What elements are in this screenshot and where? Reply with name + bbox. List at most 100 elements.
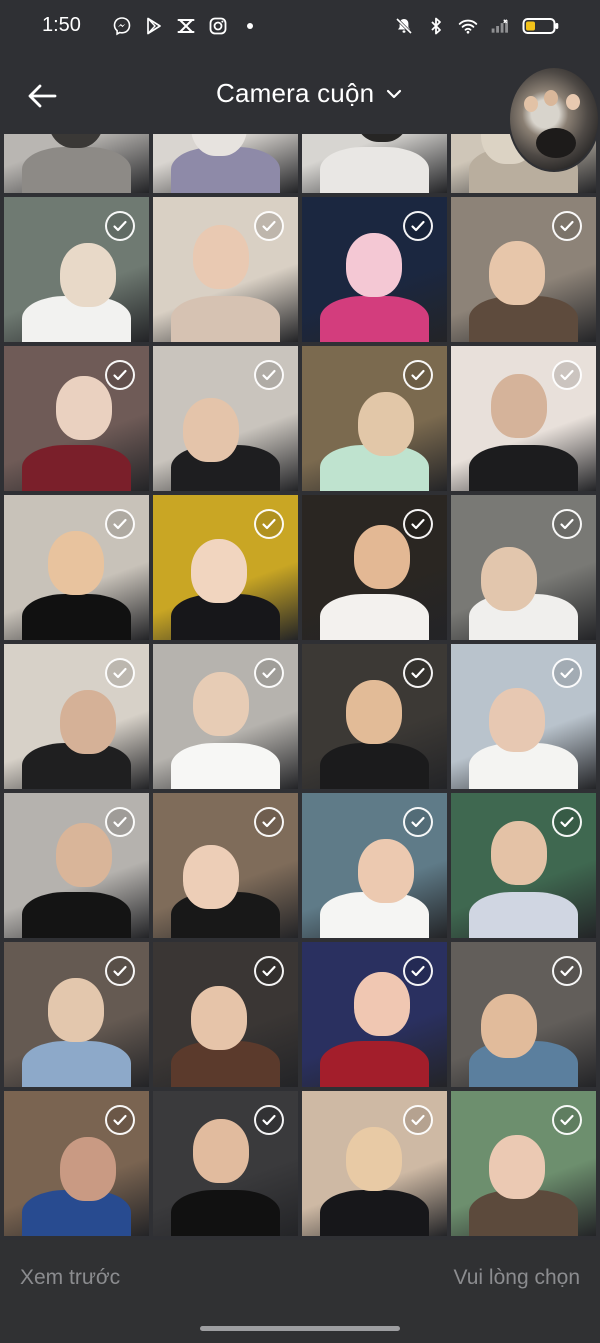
photo-thumbnail[interactable] bbox=[4, 346, 149, 491]
photo-thumbnail[interactable] bbox=[4, 134, 149, 193]
photo-thumbnail[interactable] bbox=[4, 793, 149, 938]
photo-subject-body bbox=[22, 147, 131, 193]
photo-thumbnail[interactable] bbox=[451, 495, 596, 640]
status-time: 1:50 bbox=[42, 14, 81, 36]
photo-thumbnail[interactable] bbox=[4, 197, 149, 342]
photo-thumbnail[interactable] bbox=[451, 942, 596, 1087]
check-circle-icon[interactable] bbox=[552, 658, 582, 688]
page-title: Camera cuộn bbox=[216, 78, 375, 108]
check-circle-icon[interactable] bbox=[254, 211, 284, 241]
check-circle-icon[interactable] bbox=[254, 1105, 284, 1135]
check-circle-icon[interactable] bbox=[105, 509, 135, 539]
photo-thumbnail[interactable] bbox=[153, 942, 298, 1087]
capcut-icon bbox=[176, 16, 196, 36]
check-circle-icon[interactable] bbox=[552, 509, 582, 539]
photo-thumbnail[interactable] bbox=[302, 495, 447, 640]
photo-thumbnail[interactable] bbox=[451, 793, 596, 938]
photo-thumbnail[interactable] bbox=[153, 134, 298, 193]
check-circle-icon[interactable] bbox=[105, 360, 135, 390]
check-circle-icon[interactable] bbox=[552, 1105, 582, 1135]
floating-preview-thumbnail[interactable] bbox=[508, 66, 600, 172]
check-circle-icon[interactable] bbox=[552, 211, 582, 241]
photo-subject-body bbox=[22, 1041, 131, 1087]
photo-subject-face bbox=[193, 1119, 249, 1183]
photo-subject-face bbox=[183, 398, 239, 462]
photo-subject-face bbox=[346, 680, 402, 744]
check-circle-icon[interactable] bbox=[254, 658, 284, 688]
photo-subject-face bbox=[56, 376, 112, 440]
check-circle-icon[interactable] bbox=[105, 807, 135, 837]
bluetooth-icon bbox=[426, 16, 446, 36]
check-circle-icon[interactable] bbox=[403, 658, 433, 688]
check-circle-icon[interactable] bbox=[105, 211, 135, 241]
photo-thumbnail[interactable] bbox=[153, 346, 298, 491]
photo-subject-face bbox=[56, 823, 112, 887]
photo-thumbnail[interactable] bbox=[451, 197, 596, 342]
check-circle-icon[interactable] bbox=[254, 360, 284, 390]
bottom-bar: Xem trước Vui lòng chọn bbox=[0, 1240, 600, 1343]
photo-thumbnail[interactable] bbox=[302, 134, 447, 193]
check-circle-icon[interactable] bbox=[552, 807, 582, 837]
photo-subject-body bbox=[469, 892, 578, 938]
preview-button[interactable]: Xem trước bbox=[20, 1266, 120, 1290]
photo-subject-face bbox=[354, 134, 410, 142]
photo-subject-face bbox=[491, 374, 547, 438]
check-circle-icon[interactable] bbox=[403, 211, 433, 241]
photo-subject-face bbox=[193, 672, 249, 736]
check-circle-icon[interactable] bbox=[105, 658, 135, 688]
instagram-icon bbox=[208, 16, 228, 36]
check-circle-icon[interactable] bbox=[403, 807, 433, 837]
check-circle-icon[interactable] bbox=[403, 360, 433, 390]
photo-subject-body bbox=[320, 594, 429, 640]
photo-thumbnail[interactable] bbox=[451, 346, 596, 491]
check-circle-icon[interactable] bbox=[105, 1105, 135, 1135]
photo-thumbnail[interactable] bbox=[4, 644, 149, 789]
photo-subject-body bbox=[22, 594, 131, 640]
check-circle-icon[interactable] bbox=[254, 509, 284, 539]
photo-thumbnail[interactable] bbox=[451, 1091, 596, 1236]
wifi-icon bbox=[458, 16, 478, 36]
photo-subject-body bbox=[171, 1190, 280, 1236]
home-indicator[interactable] bbox=[200, 1326, 400, 1331]
photo-thumbnail[interactable] bbox=[302, 793, 447, 938]
photo-subject-body bbox=[469, 445, 578, 491]
check-circle-icon[interactable] bbox=[254, 807, 284, 837]
photo-subject-body bbox=[320, 147, 429, 193]
status-right-icons bbox=[394, 16, 560, 36]
arrow-left-icon bbox=[28, 84, 57, 108]
check-circle-icon[interactable] bbox=[403, 1105, 433, 1135]
photo-thumbnail[interactable] bbox=[4, 942, 149, 1087]
check-circle-icon[interactable] bbox=[552, 956, 582, 986]
photo-thumbnail[interactable] bbox=[153, 644, 298, 789]
photo-thumbnail[interactable] bbox=[4, 495, 149, 640]
check-circle-icon[interactable] bbox=[403, 509, 433, 539]
photo-thumbnail[interactable] bbox=[153, 1091, 298, 1236]
album-selector[interactable]: Camera cuộn bbox=[216, 78, 404, 109]
photo-thumbnail[interactable] bbox=[302, 346, 447, 491]
photo-thumbnail[interactable] bbox=[153, 495, 298, 640]
check-circle-icon[interactable] bbox=[403, 956, 433, 986]
photo-subject-face bbox=[48, 134, 104, 148]
photo-thumbnail[interactable] bbox=[153, 793, 298, 938]
photo-thumbnail[interactable] bbox=[302, 1091, 447, 1236]
photo-thumbnail[interactable] bbox=[302, 644, 447, 789]
back-button[interactable] bbox=[22, 76, 62, 116]
check-circle-icon[interactable] bbox=[254, 956, 284, 986]
check-circle-icon[interactable] bbox=[552, 360, 582, 390]
select-button[interactable]: Vui lòng chọn bbox=[454, 1266, 580, 1290]
chevron-down-icon bbox=[387, 89, 402, 98]
photo-subject-body bbox=[22, 445, 131, 491]
status-bar: 1:50 bbox=[0, 0, 600, 56]
check-circle-icon[interactable] bbox=[105, 956, 135, 986]
photo-subject-face bbox=[481, 994, 537, 1058]
photo-subject-face bbox=[489, 688, 545, 752]
photo-subject-body bbox=[171, 743, 280, 789]
photo-thumbnail[interactable] bbox=[302, 197, 447, 342]
photo-subject-body bbox=[320, 743, 429, 789]
photo-subject-face bbox=[191, 539, 247, 603]
photo-grid-container[interactable] bbox=[0, 134, 600, 1240]
photo-thumbnail[interactable] bbox=[153, 197, 298, 342]
photo-thumbnail[interactable] bbox=[302, 942, 447, 1087]
photo-thumbnail[interactable] bbox=[451, 644, 596, 789]
photo-thumbnail[interactable] bbox=[4, 1091, 149, 1236]
